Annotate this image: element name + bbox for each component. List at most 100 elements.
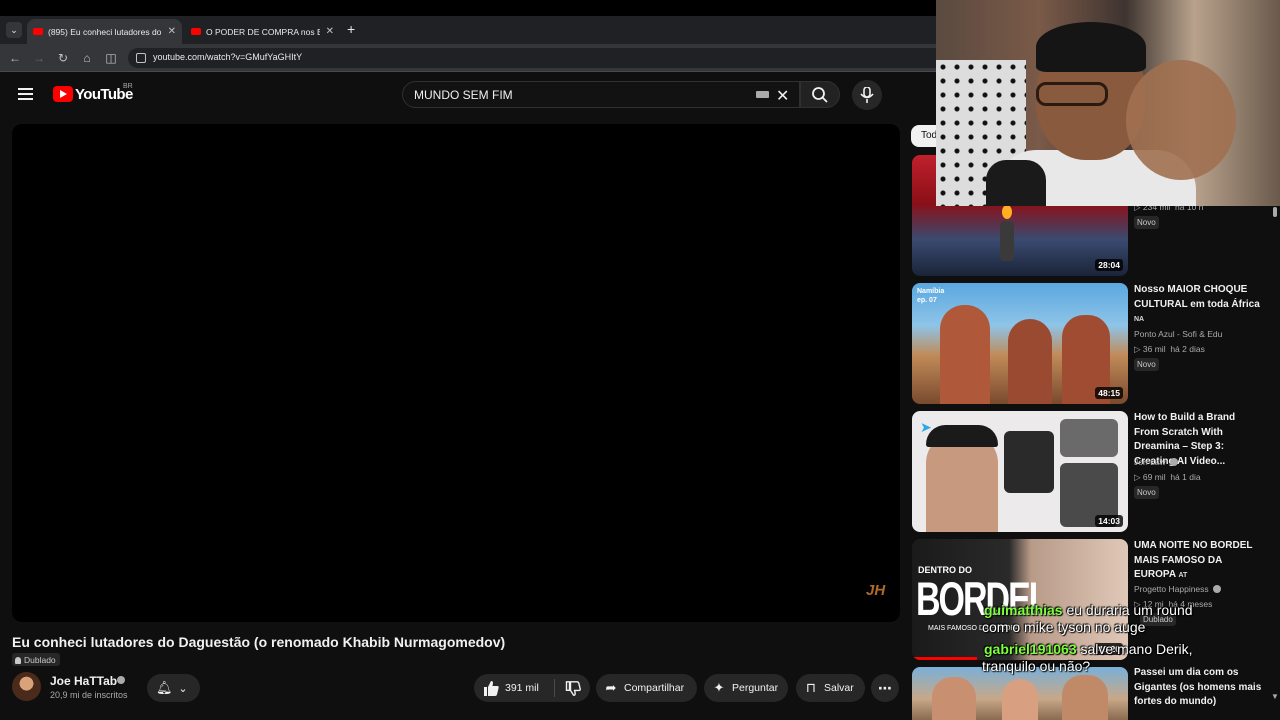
- webcam-overlay: [936, 0, 1280, 206]
- thumbnail-person: [1002, 679, 1038, 720]
- keyboard-icon[interactable]: [756, 91, 769, 98]
- verified-icon: [1212, 585, 1221, 593]
- close-tab-icon[interactable]: ✕: [326, 26, 334, 37]
- video-views-age: ▷ 69 mil há 1 dia: [1134, 472, 1201, 482]
- tab-inactive[interactable]: O PODER DE COMPRA nos EUA ✕: [185, 19, 340, 44]
- more-actions-button[interactable]: ⋯: [871, 674, 899, 702]
- share-button[interactable]: ➦ Compartilhar: [596, 674, 697, 702]
- url-text: youtube.com/watch?v=GMufYaGHItY: [153, 52, 303, 62]
- channel-name[interactable]: Progetto Happiness: [1134, 584, 1221, 594]
- youtube-favicon-icon: [33, 28, 43, 35]
- chevron-down-icon: ⌄: [178, 682, 188, 695]
- recommendation-thumbnail[interactable]: ➤ 14:03: [912, 411, 1128, 532]
- recommendation-thumbnail[interactable]: Namíbia ep. 07 48:15: [912, 283, 1128, 404]
- new-badge: Novo: [1134, 486, 1159, 499]
- webcam-hair: [1036, 22, 1146, 72]
- back-icon[interactable]: ←: [7, 50, 23, 66]
- thumbnail-cap: [926, 425, 998, 447]
- video-title[interactable]: Passei um dia com os Gigantes (os homens…: [1134, 666, 1262, 720]
- thumbnail-person: [926, 433, 998, 532]
- video-duration: 14:03: [1095, 515, 1123, 527]
- youtube-logo-icon[interactable]: [53, 86, 73, 102]
- person-voice-icon: [15, 656, 21, 664]
- channel-name[interactable]: Ponto Azul - Sofi & Edu: [1134, 329, 1222, 339]
- save-label: Salvar: [824, 682, 854, 694]
- search-value: MUNDO SEM FIM: [414, 88, 513, 102]
- sparkle-icon: ✦: [713, 680, 725, 695]
- chat-text: com o mike tyson no auge: [982, 619, 1146, 635]
- search-icon: [812, 87, 828, 103]
- tab-bar: ⌄ (895) Eu conheci lutadores do D ✕ O PO…: [0, 16, 936, 44]
- chat-message: guimatthias eu duraria um round: [984, 602, 1193, 618]
- scroll-down-arrow-icon[interactable]: ▼: [1271, 692, 1279, 701]
- video-views-age: ▷ 36 mil há 2 dias: [1134, 344, 1205, 354]
- webcam-glasses: [1036, 82, 1108, 106]
- like-button[interactable]: 391 mil: [474, 680, 554, 696]
- dislike-button[interactable]: [555, 680, 590, 696]
- site-info-icon[interactable]: [136, 53, 146, 63]
- thumbnail-person: [940, 305, 990, 404]
- new-badge: Novo: [1134, 216, 1159, 229]
- omnibox[interactable]: youtube.com/watch?v=GMufYaGHItY: [128, 48, 936, 68]
- chat-username: gabriel191063: [984, 641, 1077, 657]
- channel-name[interactable]: Joe HaTTab: [50, 674, 117, 688]
- ask-label: Perguntar: [732, 682, 779, 694]
- search-button[interactable]: [800, 81, 840, 108]
- subscriber-count: 20,9 mi de inscritos: [50, 690, 128, 700]
- video-title[interactable]: Nosso MAIOR CHOQUE CULTURAL em toda Áfri…: [1134, 283, 1262, 328]
- video-title: Eu conheci lutadores do Daguestão (o ren…: [12, 634, 506, 650]
- language-tag: AT: [1178, 572, 1188, 579]
- thumbnail-figure: [1000, 221, 1014, 261]
- split-view-icon[interactable]: ◫: [103, 50, 119, 66]
- channel-name[interactable]: Jon Law: [1134, 457, 1178, 467]
- thumbnail-panel: [1060, 419, 1118, 457]
- chat-message: tranquilo ou não?: [982, 658, 1090, 674]
- avatar[interactable]: [12, 672, 41, 701]
- video-duration: 48:15: [1095, 387, 1123, 399]
- dubbed-label: Dublado: [24, 655, 56, 665]
- more-icon: ⋯: [878, 679, 892, 696]
- chat-text: eu duraria um round: [1066, 602, 1193, 618]
- chat-message: com o mike tyson no auge: [982, 619, 1145, 635]
- thumbs-down-icon: [565, 680, 581, 696]
- forward-icon[interactable]: →: [31, 50, 47, 66]
- sidebar-scrollbar[interactable]: [1272, 205, 1278, 720]
- tab-active[interactable]: (895) Eu conheci lutadores do D ✕: [27, 19, 182, 44]
- webcam-microphone: [986, 160, 1046, 206]
- tab-list-button[interactable]: ⌄: [6, 22, 22, 38]
- ask-button[interactable]: ✦ Perguntar: [704, 674, 788, 702]
- microphone-icon: [860, 87, 874, 103]
- scrollbar-thumb[interactable]: [1273, 207, 1277, 217]
- new-badge: Novo: [1134, 358, 1159, 371]
- chat-username: guimatthias: [984, 602, 1063, 618]
- menu-icon[interactable]: [18, 88, 33, 100]
- channel-watermark[interactable]: JH: [866, 582, 885, 599]
- dreamina-logo-icon: ➤: [920, 419, 932, 435]
- search-input[interactable]: MUNDO SEM FIM: [402, 81, 800, 108]
- save-button[interactable]: ⊓ Salvar: [796, 674, 865, 702]
- new-tab-icon[interactable]: +: [347, 21, 355, 37]
- webcam-hand: [1126, 60, 1236, 180]
- close-tab-icon[interactable]: ✕: [168, 26, 176, 37]
- bookmark-icon: ⊓: [805, 680, 817, 695]
- share-icon: ➦: [605, 680, 617, 695]
- home-icon[interactable]: ⌂: [79, 50, 95, 66]
- thumbnail-tag: Namíbia ep. 07: [917, 288, 945, 304]
- recommendation-thumbnail[interactable]: [912, 667, 1128, 720]
- language-tag: NA: [1134, 316, 1145, 323]
- video-duration: 28:04: [1095, 259, 1123, 271]
- clear-search-icon[interactable]: ✕: [776, 86, 789, 106]
- reload-icon[interactable]: ↻: [55, 50, 71, 66]
- tab-title: (895) Eu conheci lutadores do D: [48, 26, 162, 37]
- like-count: 391 mil: [505, 682, 539, 694]
- like-dislike-group: 391 mil: [474, 674, 590, 702]
- bell-icon: 🔔︎: [156, 680, 173, 695]
- dubbed-badge: Dublado: [12, 653, 60, 666]
- thumbs-up-icon: [484, 680, 499, 696]
- video-title[interactable]: UMA NOITE NO BORDEL MAIS FAMOSO DA EUROP…: [1134, 539, 1262, 584]
- video-player[interactable]: [12, 124, 900, 622]
- voice-search-button[interactable]: [852, 80, 882, 110]
- region-code: BR: [123, 83, 133, 90]
- subscribed-bell-button[interactable]: 🔔︎ ⌄: [147, 674, 200, 702]
- verified-icon: [1169, 458, 1178, 466]
